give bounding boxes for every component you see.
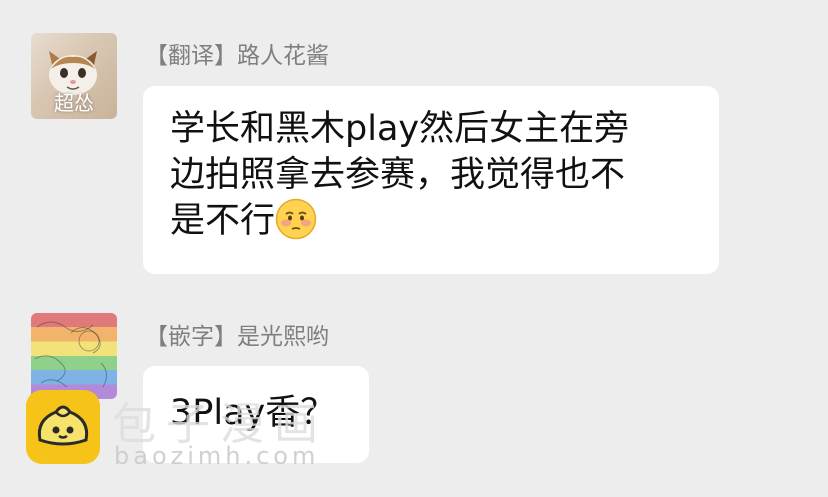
cat-avatar-icon[interactable]: 超怂 (31, 33, 117, 119)
flushed-face-emoji (275, 198, 317, 240)
watermark: 包子漫画 baozimh.com (26, 390, 346, 480)
bun-logo-icon (26, 390, 100, 464)
message-line: 学长和黑木play然后女主在旁 (170, 109, 630, 149)
message-bubble[interactable]: 学长和黑木play然后女主在旁 边拍照拿去参赛，我觉得也不 是不行 (143, 86, 719, 274)
chat-view: 超怂 【翻译】路人花酱 学长和黑木play然后女主在旁 边拍照拿去参赛，我觉得也… (0, 0, 828, 497)
sender-name: 【嵌字】是光熙哟 (145, 324, 329, 350)
message-line: 是不行 (170, 201, 276, 241)
rainbow-avatar-icon[interactable] (31, 313, 117, 399)
message-line-with-emoji: 是不行 (170, 198, 705, 244)
sender-name: 【翻译】路人花酱 (145, 43, 329, 69)
bun-logo-icon (37, 405, 89, 446)
sketch-overlay-icon (34, 321, 107, 388)
watermark-url: baozimh.com (114, 442, 320, 470)
message-text: 学长和黑木play然后女主在旁 边拍照拿去参赛，我觉得也不 是不行 (170, 106, 705, 244)
message-line: 边拍照拿去参赛，我觉得也不 (170, 155, 626, 195)
avatar-caption: 超怂 (54, 91, 94, 115)
